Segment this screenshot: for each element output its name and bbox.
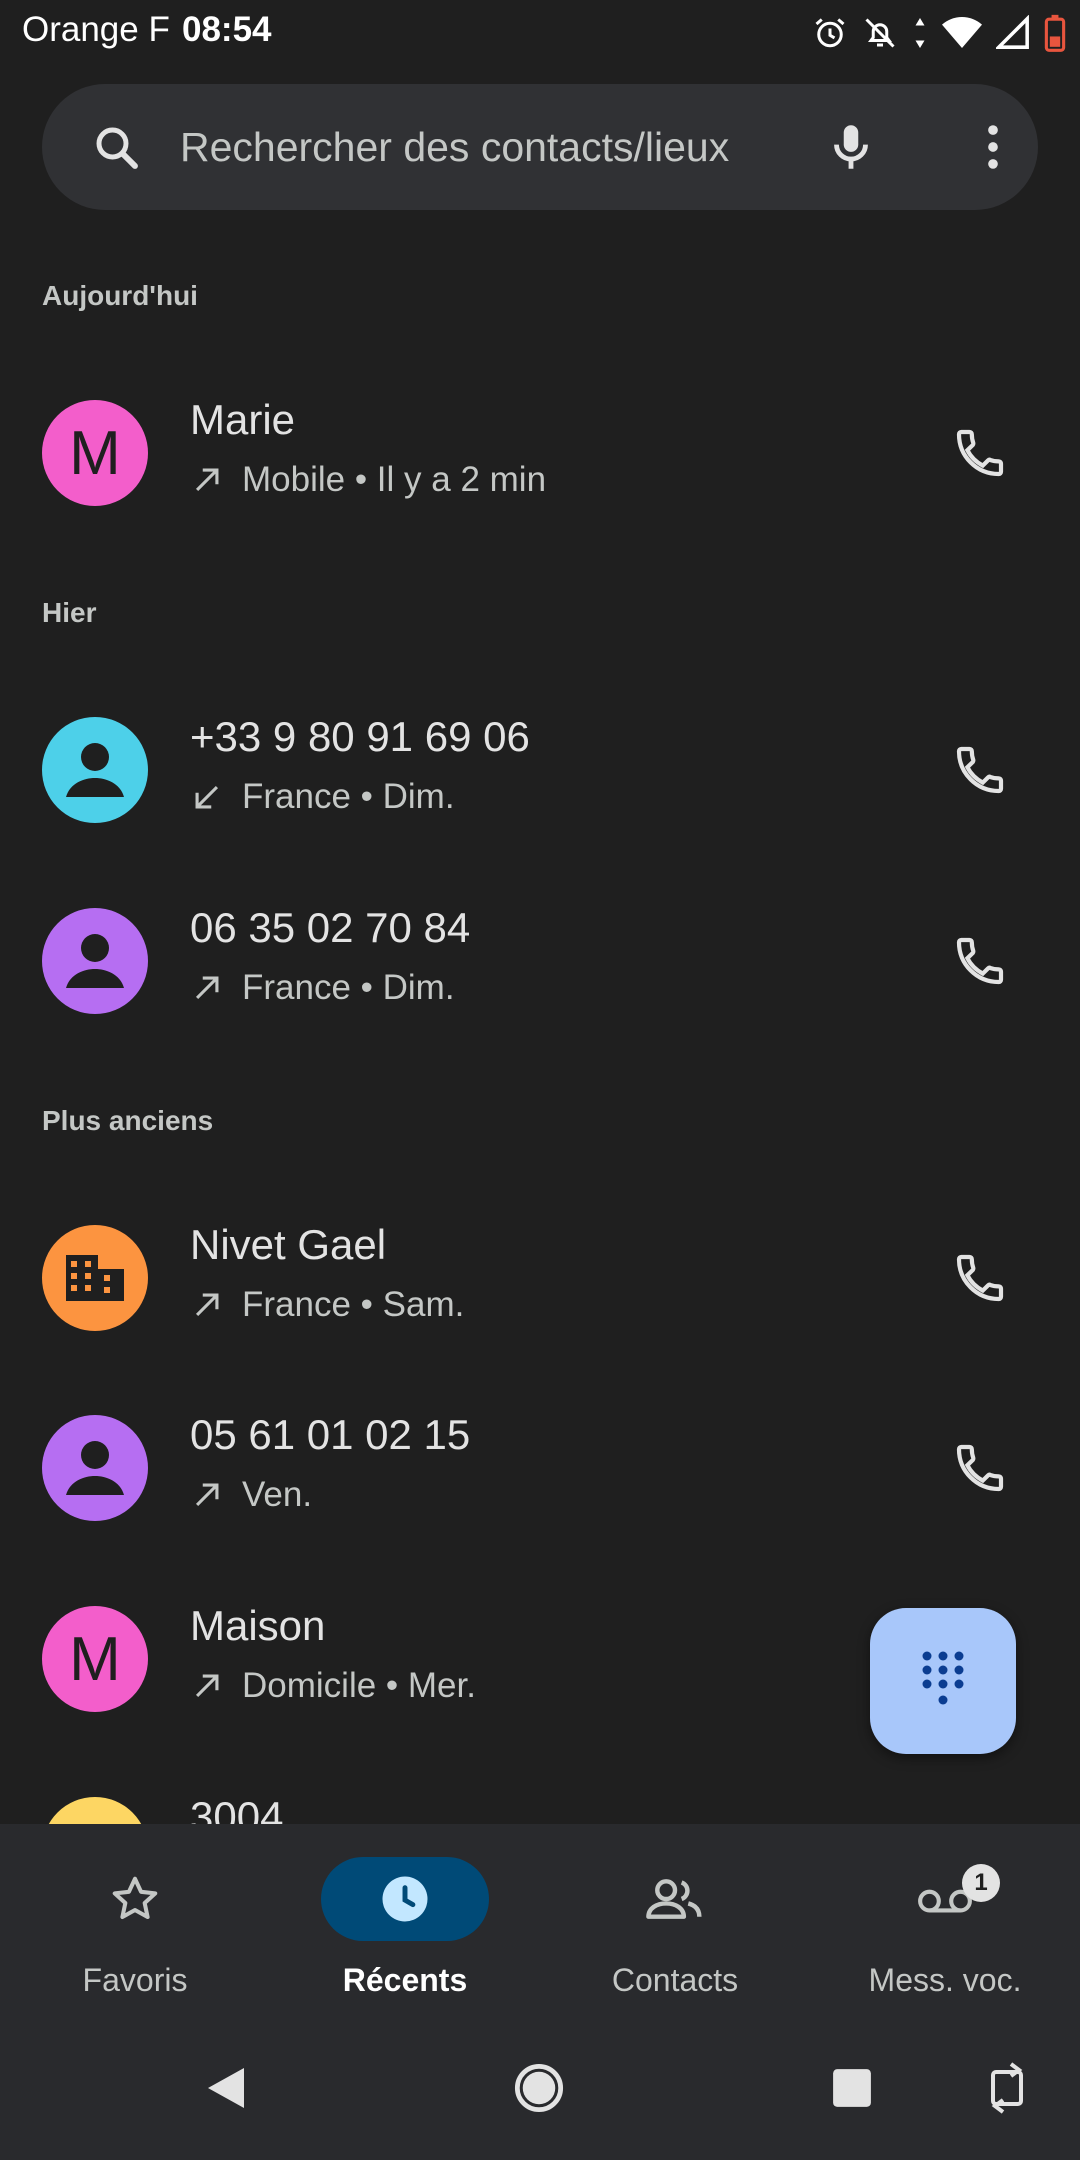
- person-icon: [66, 934, 124, 988]
- people-icon: [646, 1879, 702, 1919]
- call-details-text: Domicile • Mer.: [242, 1666, 476, 1705]
- data-arrows-icon: [912, 15, 928, 51]
- call-row[interactable]: +33 9 80 91 69 06 France • Dim.: [0, 695, 1080, 845]
- call-name: 06 35 02 70 84: [190, 904, 471, 951]
- call-button[interactable]: [948, 421, 1012, 485]
- search-input[interactable]: Rechercher des contacts/lieux: [180, 124, 729, 171]
- call-details: Ven.: [190, 1473, 312, 1517]
- recents-button[interactable]: [820, 2056, 884, 2120]
- dialpad-icon: [922, 1651, 964, 1705]
- status-time: 08:54: [182, 10, 272, 49]
- avatar: [42, 717, 148, 823]
- more-vert-icon[interactable]: [964, 118, 1022, 181]
- bottom-navigation: Favoris Récents Contacts 1 Mess. voc.: [0, 1824, 1080, 2016]
- person-icon: [66, 743, 124, 797]
- outgoing-call-icon: [195, 976, 219, 1000]
- section-header-today: Aujourd'hui: [42, 280, 198, 311]
- signal-icon: [996, 15, 1030, 51]
- call-name: Marie: [190, 396, 296, 443]
- tab-favorites[interactable]: Favoris: [0, 1824, 270, 2016]
- call-row[interactable]: 05 61 01 02 15 Ven.: [0, 1393, 1080, 1543]
- call-details: France • Sam.: [190, 1283, 464, 1327]
- call-details-text: France • Dim.: [242, 777, 455, 816]
- status-icons: [812, 12, 1066, 54]
- avatar-letter: M: [69, 1624, 121, 1694]
- carrier-name: Orange F: [22, 10, 170, 49]
- call-button[interactable]: [948, 929, 1012, 993]
- search-icon[interactable]: [90, 121, 144, 180]
- call-name: Maison: [190, 1602, 326, 1649]
- recents-icon: [833, 2069, 871, 2107]
- call-name: 05 61 01 02 15: [190, 1411, 471, 1458]
- home-button[interactable]: [507, 2056, 571, 2120]
- clock-icon: [382, 1876, 428, 1922]
- section-header-older: Plus anciens: [42, 1105, 214, 1136]
- wifi-icon: [942, 15, 982, 51]
- outgoing-call-icon: [195, 1293, 219, 1317]
- call-details-text: France • Sam.: [242, 1285, 465, 1324]
- call-button[interactable]: [948, 738, 1012, 802]
- call-details-text: Mobile • Il y a 2 min: [242, 460, 547, 499]
- home-icon: [514, 2063, 564, 2113]
- outgoing-call-icon: [195, 1674, 219, 1698]
- star-icon: [112, 1876, 158, 1920]
- call-name: Nivet Gael: [190, 1221, 387, 1268]
- call-row[interactable]: 06 35 02 70 84 France • Dim.: [0, 886, 1080, 1036]
- phone-app-screen: Orange F 08:54 Rechercher des contacts/l…: [0, 0, 1080, 2160]
- tab-recents[interactable]: Récents: [270, 1824, 540, 2016]
- tab-label: Récents: [342, 1962, 468, 1998]
- call-row[interactable]: Nivet Gael France • Sam.: [0, 1203, 1080, 1353]
- tab-voicemail[interactable]: 1 Mess. voc.: [810, 1824, 1080, 2016]
- back-icon: [208, 2068, 244, 2108]
- phone-icon: [956, 429, 1004, 477]
- tab-contacts[interactable]: Contacts: [540, 1824, 810, 2016]
- notifications-off-icon: [862, 15, 898, 51]
- avatar-letter: M: [69, 418, 121, 488]
- system-navigation-bar: [0, 2016, 1080, 2160]
- nav-pill-active: [321, 1857, 489, 1941]
- incoming-call-icon: [195, 785, 219, 809]
- battery-low-icon: [1044, 14, 1066, 52]
- phone-icon: [956, 1254, 1004, 1302]
- section-header-yesterday: Hier: [42, 597, 97, 628]
- alarm-icon: [812, 15, 848, 51]
- avatar: [42, 1415, 148, 1521]
- call-details: Domicile • Mer.: [190, 1664, 476, 1708]
- call-details: France • Dim.: [190, 775, 455, 819]
- nav-pill: [591, 1857, 759, 1941]
- call-details-text: France • Dim.: [242, 968, 455, 1007]
- rotate-icon: [991, 2062, 1023, 2114]
- phone-icon: [956, 937, 1004, 985]
- status-bar: Orange F 08:54: [0, 0, 1080, 66]
- back-button[interactable]: [194, 2056, 258, 2120]
- call-details-text: Ven.: [242, 1475, 313, 1514]
- tab-label: Mess. voc.: [868, 1962, 1022, 1998]
- outgoing-call-icon: [195, 468, 219, 492]
- search-bar[interactable]: Rechercher des contacts/lieux: [42, 84, 1038, 210]
- call-button[interactable]: [948, 1246, 1012, 1310]
- call-button[interactable]: [948, 1436, 1012, 1500]
- outgoing-call-icon: [195, 1483, 219, 1507]
- phone-icon: [956, 746, 1004, 794]
- call-name: +33 9 80 91 69 06: [190, 713, 530, 760]
- business-icon: [66, 1255, 124, 1301]
- call-details: France • Dim.: [190, 966, 455, 1010]
- rotate-button[interactable]: [975, 2056, 1039, 2120]
- avatar: M: [42, 1606, 148, 1712]
- avatar: [42, 1225, 148, 1331]
- mic-icon[interactable]: [822, 118, 880, 181]
- avatar: M: [42, 400, 148, 506]
- tab-label: Favoris: [82, 1962, 188, 1998]
- person-icon: [66, 1441, 124, 1495]
- tab-label: Contacts: [611, 1962, 739, 1998]
- voicemail-badge: 1: [962, 1864, 1000, 1902]
- avatar: [42, 908, 148, 1014]
- phone-icon: [956, 1444, 1004, 1492]
- call-details: Mobile • Il y a 2 min: [190, 458, 546, 502]
- call-row[interactable]: M Marie Mobile • Il y a 2 min: [0, 378, 1080, 528]
- nav-pill: [51, 1857, 219, 1941]
- nav-pill: [861, 1857, 1029, 1941]
- dialpad-button[interactable]: [870, 1608, 1016, 1754]
